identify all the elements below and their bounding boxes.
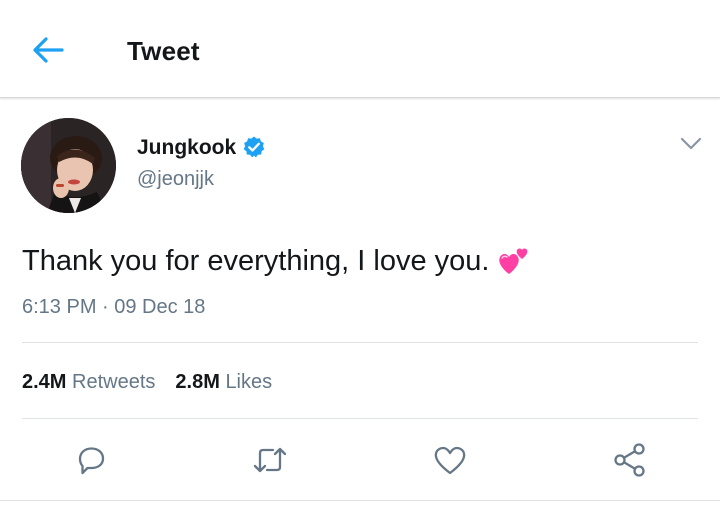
share-button[interactable]: [610, 440, 650, 480]
page-title: Tweet: [127, 36, 200, 66]
tweet-menu-button[interactable]: [678, 133, 704, 155]
tweet-timestamp: 6:13 PM · 09 Dec 18: [22, 296, 206, 318]
author-name[interactable]: Jungkook: [137, 136, 236, 160]
retweets-label: Retweets: [72, 371, 156, 393]
verified-badge-icon: [242, 135, 266, 159]
two-hearts-emoji: [497, 244, 531, 276]
likes-count: 2.8M: [175, 371, 220, 393]
divider: [22, 418, 698, 419]
retweets-stat[interactable]: 2.4M Retweets: [22, 371, 155, 393]
divider: [0, 500, 720, 501]
arrow-left-icon: [33, 37, 64, 63]
retweet-button[interactable]: [250, 440, 290, 480]
retweet-icon: [253, 447, 287, 473]
reply-icon: [78, 447, 105, 475]
share-icon: [614, 443, 645, 477]
back-button[interactable]: [28, 32, 68, 68]
likes-label: Likes: [225, 371, 273, 393]
tweet-stats: 2.4M Retweets 2.8M Likes: [22, 371, 272, 394]
chevron-down-icon: [680, 137, 702, 150]
divider: [22, 342, 698, 343]
tweet-text: Thank you for everything, I love you.: [22, 244, 531, 278]
top-bar: Tweet: [0, 0, 720, 98]
tweet-text-content: Thank you for everything, I love you.: [22, 245, 490, 277]
reply-button[interactable]: [71, 440, 111, 480]
retweets-count: 2.4M: [22, 371, 67, 393]
heart-icon: [434, 446, 466, 475]
avatar[interactable]: [21, 118, 116, 213]
likes-stat[interactable]: 2.8M Likes: [175, 371, 272, 393]
author-handle[interactable]: @jeonjjk: [137, 168, 214, 191]
like-button[interactable]: [430, 440, 470, 480]
